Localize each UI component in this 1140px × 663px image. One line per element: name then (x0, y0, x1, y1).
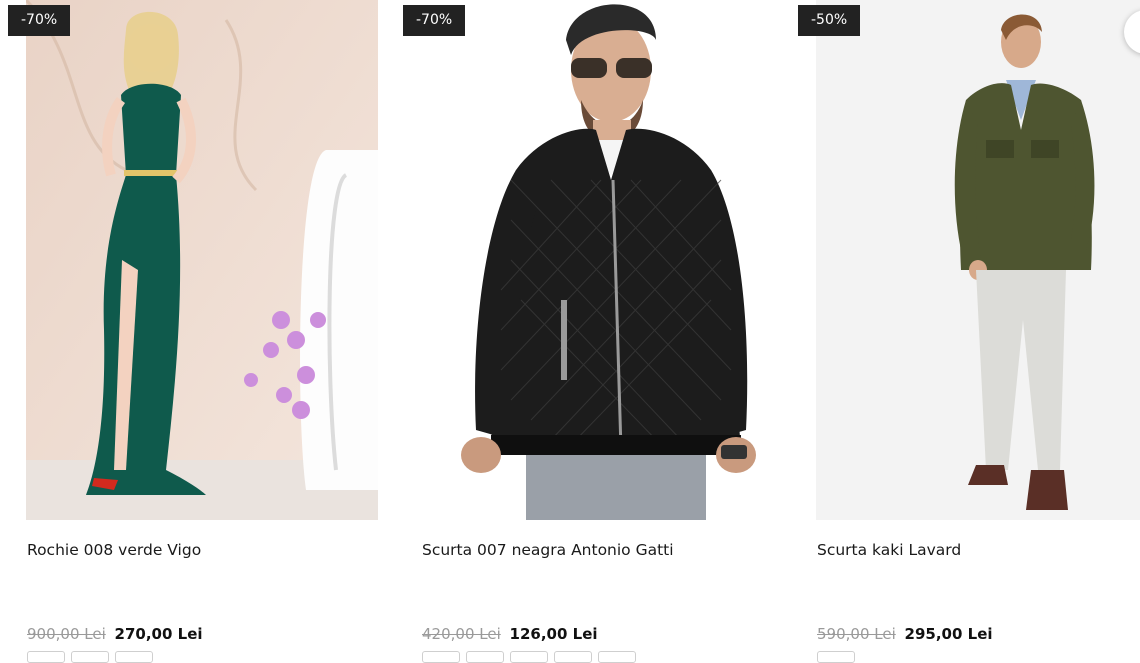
old-price: 900,00 Lei (27, 625, 106, 643)
size-option[interactable] (510, 651, 548, 663)
sale-price: 295,00 Lei (904, 625, 993, 643)
size-swatches (817, 651, 855, 663)
product-image[interactable] (26, 0, 378, 520)
size-option[interactable] (817, 651, 855, 663)
size-option[interactable] (554, 651, 592, 663)
size-option[interactable] (466, 651, 504, 663)
product-price: 590,00 Lei 295,00 Lei (817, 625, 993, 643)
discount-badge: -50% (798, 5, 861, 36)
discount-badge: -70% (8, 5, 71, 36)
product-image[interactable] (421, 0, 773, 520)
product-title[interactable]: Scurta kaki Lavard (817, 541, 961, 559)
product-image[interactable] (816, 0, 1140, 520)
product-price: 420,00 Lei 126,00 Lei (422, 625, 598, 643)
size-option[interactable] (598, 651, 636, 663)
old-price: 590,00 Lei (817, 625, 896, 643)
size-option[interactable] (422, 651, 460, 663)
sale-price: 270,00 Lei (114, 625, 203, 643)
size-option[interactable] (27, 651, 65, 663)
product-price: 900,00 Lei 270,00 Lei (27, 625, 203, 643)
size-swatches (27, 651, 153, 663)
product-title[interactable]: Scurta 007 neagra Antonio Gatti (422, 541, 674, 559)
product-card[interactable]: -70% Scurta 007 neagra Antonio Gatti 420… (403, 0, 773, 663)
discount-badge: -70% (403, 5, 466, 36)
old-price: 420,00 Lei (422, 625, 501, 643)
sale-price: 126,00 Lei (509, 625, 598, 643)
size-option[interactable] (71, 651, 109, 663)
size-option[interactable] (115, 651, 153, 663)
product-card[interactable]: -50% Scurta kaki Lavard 590,00 Lei 295,0… (798, 0, 1140, 663)
product-title[interactable]: Rochie 008 verde Vigo (27, 541, 201, 559)
product-card[interactable]: -70% Rochie 008 verde Vigo 900,00 Lei 27… (8, 0, 378, 663)
size-swatches (422, 651, 636, 663)
